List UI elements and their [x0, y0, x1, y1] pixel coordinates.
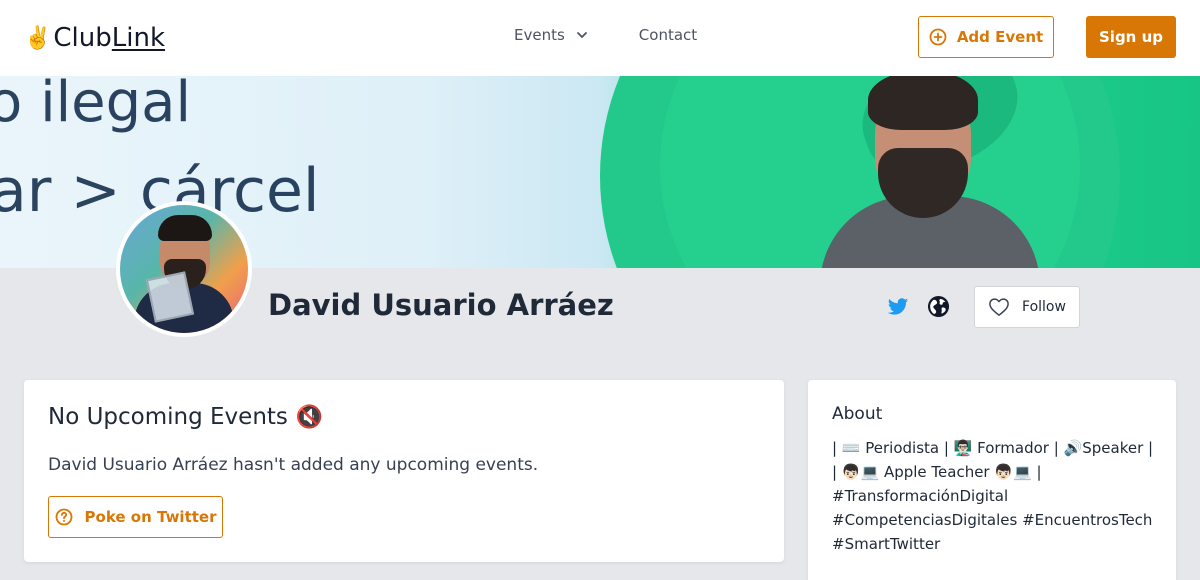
- events-heading-text: No Upcoming Events: [48, 404, 288, 430]
- about-bio-text: | ⌨️ Periodista | 👨🏻‍🏫 Formador | 🔊Speak…: [832, 439, 1154, 553]
- about-heading: About: [832, 404, 883, 424]
- banner-text-line-1: o ilegal: [0, 76, 192, 135]
- events-heading: No Upcoming Events 🔇: [48, 404, 323, 430]
- top-header: ✌️ Club Link Events Contact Add Event Si…: [0, 0, 1200, 76]
- twitter-icon[interactable]: [887, 296, 909, 318]
- main-nav: Events Contact: [514, 26, 697, 44]
- profile-avatar: [116, 201, 252, 337]
- muted-speaker-icon: 🔇: [295, 404, 324, 430]
- logo-hand-icon: ✌️: [24, 25, 52, 51]
- avatar-photo: [120, 205, 248, 333]
- add-event-label: Add Event: [956, 28, 1044, 46]
- clublink-logo[interactable]: ✌️ Club Link: [24, 20, 165, 56]
- logo-text-club: Club: [53, 23, 112, 53]
- sign-up-label: Sign up: [1099, 28, 1163, 46]
- banner-speaker-figure: [820, 76, 1040, 268]
- profile-name: David Usuario Arráez: [268, 288, 614, 322]
- plus-circle-icon: [929, 28, 947, 46]
- heart-icon: [989, 298, 1009, 316]
- add-event-button[interactable]: Add Event: [918, 16, 1054, 58]
- sign-up-button[interactable]: Sign up: [1086, 16, 1176, 58]
- about-card: About | ⌨️ Periodista | 👨🏻‍🏫 Formador | …: [808, 380, 1176, 580]
- banner-speaker-hair: [868, 76, 978, 130]
- nav-events-label: Events: [514, 26, 565, 44]
- nav-events-dropdown[interactable]: Events: [514, 26, 589, 44]
- nav-contact-link[interactable]: Contact: [639, 26, 697, 44]
- follow-label: Follow: [1022, 299, 1066, 315]
- avatar-hair: [158, 215, 212, 241]
- nav-contact-label: Contact: [638, 26, 698, 44]
- upcoming-events-card: No Upcoming Events 🔇 David Usuario Arráe…: [24, 380, 784, 562]
- logo-text-link: Link: [111, 23, 166, 53]
- globe-icon[interactable]: [927, 295, 950, 318]
- events-empty-message: David Usuario Arráez hasn't added any up…: [48, 455, 539, 475]
- poke-label: Poke on Twitter: [84, 508, 217, 526]
- question-circle-icon: [55, 508, 72, 526]
- poke-on-twitter-button[interactable]: Poke on Twitter: [48, 496, 223, 538]
- follow-button[interactable]: Follow: [974, 286, 1080, 328]
- chevron-down-icon: [576, 32, 587, 38]
